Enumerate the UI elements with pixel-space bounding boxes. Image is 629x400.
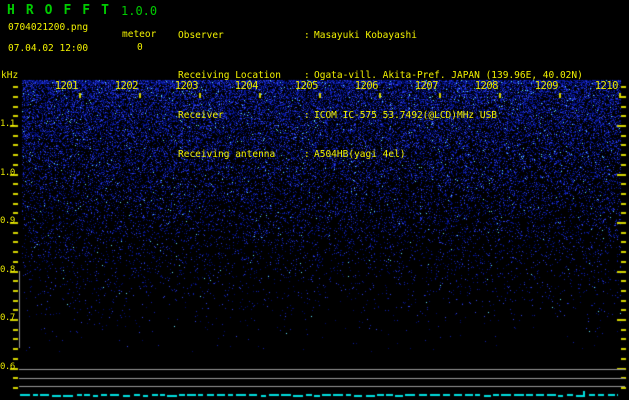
info-label: Observer bbox=[178, 30, 224, 42]
info-label: Receiving antenna bbox=[178, 149, 276, 161]
output-filename: 0704021200.png bbox=[8, 22, 89, 33]
station-info: Observer: Masayuki Kobayashi Receiving Lo… bbox=[178, 3, 583, 188]
freq-axis-unit: kHz bbox=[1, 70, 19, 81]
app-title: HROFFT bbox=[7, 3, 120, 18]
time-tick-label: 1201 bbox=[54, 80, 79, 92]
time-tick-label: 1205 bbox=[294, 80, 319, 92]
freq-tick-label: 0.8 bbox=[0, 265, 15, 275]
time-tick-label: 1208 bbox=[474, 80, 499, 92]
app-version: 1.0.0 bbox=[121, 4, 158, 18]
info-row-receiver: Receiver: ICOM IC-575 53.7492(@LCD)MHz US… bbox=[178, 109, 583, 122]
freq-tick-label: 0.6 bbox=[0, 362, 15, 372]
info-separator: : bbox=[304, 109, 310, 121]
freq-tick-label: 0.9 bbox=[0, 216, 15, 226]
info-row-observer: Observer: Masayuki Kobayashi bbox=[178, 29, 583, 42]
time-tick-label: 1207 bbox=[414, 80, 439, 92]
meteor-count: 0 bbox=[137, 42, 143, 53]
info-value: ICOM IC-575 53.7492(@LCD)MHz USB bbox=[314, 109, 498, 121]
observation-datetime: 07.04.02 12:00 bbox=[8, 43, 89, 54]
freq-tick-label: 1.0 bbox=[0, 168, 15, 178]
info-separator: : bbox=[304, 30, 310, 42]
hrofft-output-screen: HROFFT 1.0.0 0704021200.png meteor 07.04… bbox=[0, 0, 629, 400]
time-tick-label: 1204 bbox=[234, 80, 259, 92]
time-tick-label: 1203 bbox=[174, 80, 199, 92]
mode-label: meteor bbox=[122, 29, 157, 40]
time-tick-label: 1210 bbox=[594, 80, 619, 92]
info-value: A504HB(yagi 4el) bbox=[314, 149, 406, 161]
info-separator: : bbox=[304, 149, 310, 161]
time-tick-label: 1206 bbox=[354, 80, 379, 92]
freq-tick-label: 0.7 bbox=[0, 313, 15, 323]
freq-tick-label: 1.1 bbox=[0, 119, 15, 129]
time-tick-label: 1202 bbox=[114, 80, 139, 92]
time-tick-label: 1209 bbox=[534, 80, 559, 92]
info-row-antenna: Receiving antenna: A504HB(yagi 4el) bbox=[178, 148, 583, 161]
info-label: Receiver bbox=[178, 109, 224, 121]
info-value: Masayuki Kobayashi bbox=[314, 30, 417, 42]
